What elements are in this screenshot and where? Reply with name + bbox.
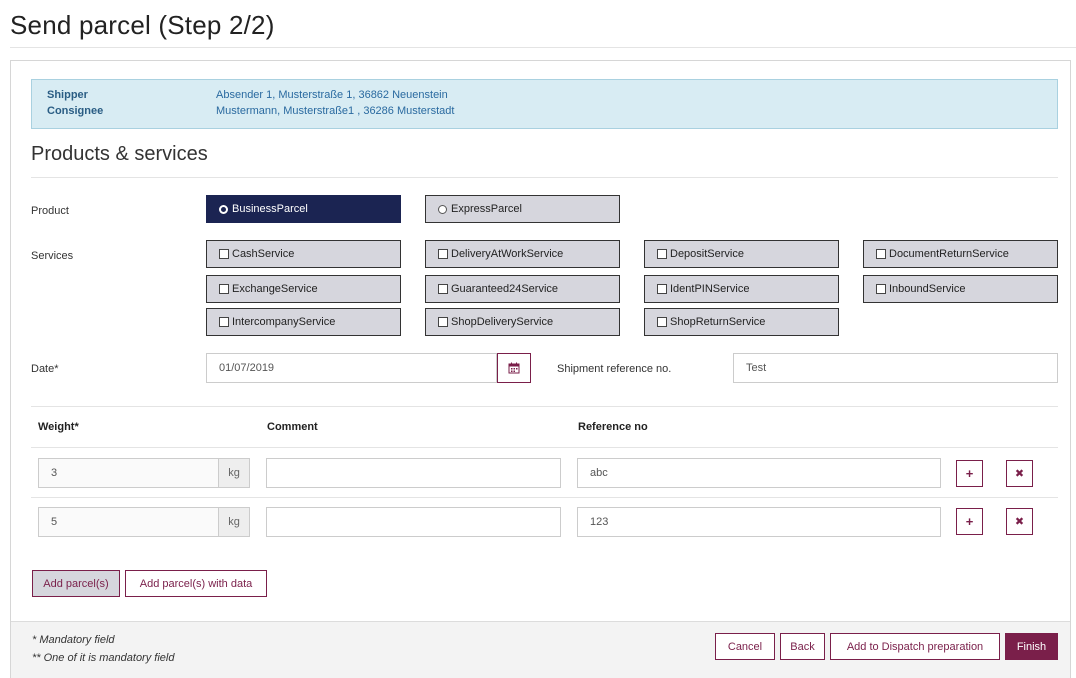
table-top-divider bbox=[31, 406, 1058, 407]
calendar-icon bbox=[508, 362, 520, 374]
checkbox-icon bbox=[876, 284, 886, 294]
date-label: Date* bbox=[31, 363, 59, 375]
plus-icon: + bbox=[965, 514, 974, 529]
radio-icon bbox=[438, 204, 447, 214]
content-top-border bbox=[10, 60, 1071, 61]
service-intercompany[interactable]: IntercompanyService bbox=[206, 308, 401, 336]
comment-header: Comment bbox=[267, 421, 318, 433]
section-title: Products & services bbox=[31, 143, 208, 165]
close-icon: ✖ bbox=[1014, 468, 1025, 480]
one-mandatory-note: ** One of it is mandatory field bbox=[32, 652, 175, 664]
weight-unit: kg bbox=[218, 507, 250, 537]
section-divider bbox=[31, 177, 1058, 178]
product-option-label: ExpressParcel bbox=[451, 203, 522, 215]
consignee-label: Consignee bbox=[47, 105, 104, 117]
service-inbound[interactable]: InboundService bbox=[863, 275, 1058, 303]
weight-input[interactable]: 5 bbox=[38, 507, 219, 537]
checkbox-icon bbox=[219, 249, 229, 259]
table-header-divider bbox=[31, 447, 1058, 448]
checkbox-icon bbox=[438, 284, 448, 294]
shipper-label: Shipper bbox=[47, 89, 88, 101]
service-label: CashService bbox=[232, 248, 295, 260]
plus-icon: + bbox=[965, 466, 974, 481]
add-parcels-with-data-button[interactable]: Add parcel(s) with data bbox=[125, 570, 267, 597]
reference-input[interactable]: 123 bbox=[577, 507, 941, 537]
service-document-return[interactable]: DocumentReturnService bbox=[863, 240, 1058, 268]
remove-row-button[interactable]: ✖ bbox=[1006, 460, 1033, 487]
checkbox-icon bbox=[219, 317, 229, 327]
finish-button[interactable]: Finish bbox=[1005, 633, 1058, 660]
comment-input[interactable] bbox=[266, 507, 561, 537]
service-guaranteed24[interactable]: Guaranteed24Service bbox=[425, 275, 620, 303]
checkbox-icon bbox=[219, 284, 229, 294]
close-icon: ✖ bbox=[1014, 516, 1025, 528]
product-option-label: BusinessParcel bbox=[232, 203, 308, 215]
add-parcels-button[interactable]: Add parcel(s) bbox=[32, 570, 120, 597]
add-row-button[interactable]: + bbox=[956, 508, 983, 535]
date-input[interactable]: 01/07/2019 bbox=[206, 353, 497, 383]
content-left-border bbox=[10, 60, 11, 678]
content-right-border bbox=[1070, 60, 1071, 678]
row-divider bbox=[31, 497, 1058, 498]
shipment-ref-label: Shipment reference no. bbox=[557, 363, 672, 375]
calendar-button[interactable] bbox=[497, 353, 531, 383]
service-label: InboundService bbox=[889, 283, 966, 295]
service-delivery-at-work[interactable]: DeliveryAtWorkService bbox=[425, 240, 620, 268]
address-info-box: Shipper Absender 1, Musterstraße 1, 3686… bbox=[31, 79, 1058, 129]
checkbox-icon bbox=[657, 284, 667, 294]
remove-row-button[interactable]: ✖ bbox=[1006, 508, 1033, 535]
service-shop-return[interactable]: ShopReturnService bbox=[644, 308, 839, 336]
radio-selected-icon bbox=[219, 204, 228, 214]
product-option-business-parcel[interactable]: BusinessParcel bbox=[206, 195, 401, 223]
reference-input[interactable]: abc bbox=[577, 458, 941, 488]
consignee-value: Mustermann, Musterstraße1 , 36286 Muster… bbox=[216, 105, 455, 117]
service-label: ShopReturnService bbox=[670, 316, 766, 328]
reference-header: Reference no bbox=[578, 421, 648, 433]
checkbox-icon bbox=[438, 249, 448, 259]
page-title: Send parcel (Step 2/2) bbox=[10, 10, 275, 40]
cancel-button[interactable]: Cancel bbox=[715, 633, 775, 660]
service-shop-delivery[interactable]: ShopDeliveryService bbox=[425, 308, 620, 336]
services-label: Services bbox=[31, 250, 74, 262]
service-label: ShopDeliveryService bbox=[451, 316, 554, 328]
back-button[interactable]: Back bbox=[780, 633, 825, 660]
service-label: DocumentReturnService bbox=[889, 248, 1009, 260]
checkbox-icon bbox=[657, 249, 667, 259]
service-exchange[interactable]: ExchangeService bbox=[206, 275, 401, 303]
product-label: Product bbox=[31, 205, 69, 217]
shipment-ref-input[interactable]: Test bbox=[733, 353, 1058, 383]
mandatory-note: * Mandatory field bbox=[32, 634, 115, 646]
service-label: IntercompanyService bbox=[232, 316, 336, 328]
add-to-dispatch-button[interactable]: Add to Dispatch preparation bbox=[830, 633, 1000, 660]
service-label: ExchangeService bbox=[232, 283, 318, 295]
service-deposit[interactable]: DepositService bbox=[644, 240, 839, 268]
weight-input[interactable]: 3 bbox=[38, 458, 219, 488]
title-divider bbox=[10, 47, 1076, 48]
add-row-button[interactable]: + bbox=[956, 460, 983, 487]
product-option-express-parcel[interactable]: ExpressParcel bbox=[425, 195, 620, 223]
comment-input[interactable] bbox=[266, 458, 561, 488]
checkbox-icon bbox=[438, 317, 448, 327]
service-label: DepositService bbox=[670, 248, 744, 260]
checkbox-icon bbox=[657, 317, 667, 327]
weight-header: Weight* bbox=[38, 421, 79, 433]
service-ident-pin[interactable]: IdentPINService bbox=[644, 275, 839, 303]
weight-unit: kg bbox=[218, 458, 250, 488]
service-cash[interactable]: CashService bbox=[206, 240, 401, 268]
shipper-value: Absender 1, Musterstraße 1, 36862 Neuens… bbox=[216, 89, 448, 101]
service-label: Guaranteed24Service bbox=[451, 283, 559, 295]
service-label: IdentPINService bbox=[670, 283, 750, 295]
checkbox-icon bbox=[876, 249, 886, 259]
service-label: DeliveryAtWorkService bbox=[451, 248, 564, 260]
